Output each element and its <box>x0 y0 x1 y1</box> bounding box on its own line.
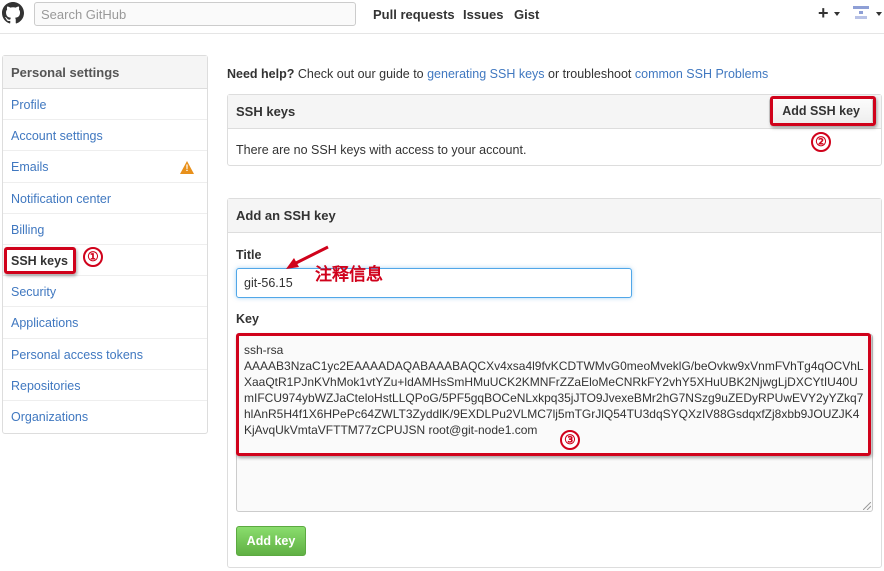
top-header: Pull requests Issues Gist + <box>0 0 884 34</box>
annotation-number-3: ③ <box>560 430 580 450</box>
sidebar-item-personal-access-tokens[interactable]: Personal access tokens <box>3 339 207 370</box>
sidebar-item-account-settings[interactable]: Account settings <box>3 120 207 152</box>
sidebar-item-label: Notification center <box>11 191 112 206</box>
nav-pull-requests[interactable]: Pull requests <box>373 7 455 22</box>
sidebar-item-repositories[interactable]: Repositories <box>3 370 207 401</box>
sidebar-item-security[interactable]: Security <box>3 276 207 308</box>
avatar[interactable] <box>852 5 870 23</box>
annotation-highlight-key <box>236 333 871 456</box>
resize-handle-icon[interactable] <box>863 502 871 510</box>
annotation-number-1: ① <box>83 247 103 267</box>
nav-issues[interactable]: Issues <box>463 7 503 22</box>
sidebar-item-label: Profile <box>11 98 47 112</box>
sidebar-item-notification-center[interactable]: Notification center <box>3 183 207 214</box>
sidebar-item-label: Applications <box>11 316 79 331</box>
sidebar-item-profile[interactable]: Profile <box>3 89 207 121</box>
sidebar-title: Personal settings <box>3 56 207 89</box>
help-text-part: or troubleshoot <box>544 67 635 81</box>
sidebar-item-applications[interactable]: Applications <box>3 307 207 339</box>
help-text: Need help? Check out our guide to genera… <box>227 67 768 81</box>
settings-sidebar: Personal settings Profile Account settin… <box>2 55 208 434</box>
add-ssh-key-panel-header: Add an SSH key <box>228 199 881 233</box>
add-key-button[interactable]: Add key <box>236 526 306 556</box>
sidebar-item-billing[interactable]: Billing <box>3 214 207 245</box>
github-logo-icon[interactable] <box>2 2 24 24</box>
nav-gist[interactable]: Gist <box>514 7 539 22</box>
sidebar-item-organizations[interactable]: Organizations <box>3 401 207 432</box>
warning-mark: ! <box>185 163 189 174</box>
sidebar-item-label: Account settings <box>11 129 103 144</box>
sidebar-item-label: Security <box>11 285 57 300</box>
callout-annotation-text: 注释信息 <box>315 265 383 284</box>
chevron-down-icon[interactable] <box>834 12 840 16</box>
sidebar-item-label: Billing <box>11 222 45 237</box>
sidebar-item-emails[interactable]: Emails! <box>3 151 207 183</box>
sidebar-item-label: Organizations <box>11 409 89 424</box>
generating-ssh-keys-link[interactable]: generating SSH keys <box>427 67 544 81</box>
sidebar-item-label: Emails <box>11 160 49 175</box>
chevron-down-icon[interactable] <box>876 12 882 16</box>
search-input[interactable] <box>34 2 356 26</box>
annotation-highlight-add-ssh-key <box>770 96 876 126</box>
ssh-keys-title: SSH keys <box>236 104 296 119</box>
annotation-highlight-ssh-keys <box>4 247 76 274</box>
create-new-icon[interactable]: + <box>818 3 829 24</box>
need-help-label: Need help? <box>227 67 295 81</box>
title-label: Title <box>236 248 262 262</box>
no-keys-message: There are no SSH keys with access to you… <box>236 143 527 157</box>
sidebar-item-label: Personal access tokens <box>11 347 144 362</box>
sidebar-item-label: Repositories <box>11 378 81 393</box>
common-ssh-problems-link[interactable]: common SSH Problems <box>635 67 768 81</box>
help-text-part: Check out our guide to <box>294 67 428 81</box>
annotation-number-2: ② <box>811 132 831 152</box>
key-label: Key <box>236 312 259 326</box>
